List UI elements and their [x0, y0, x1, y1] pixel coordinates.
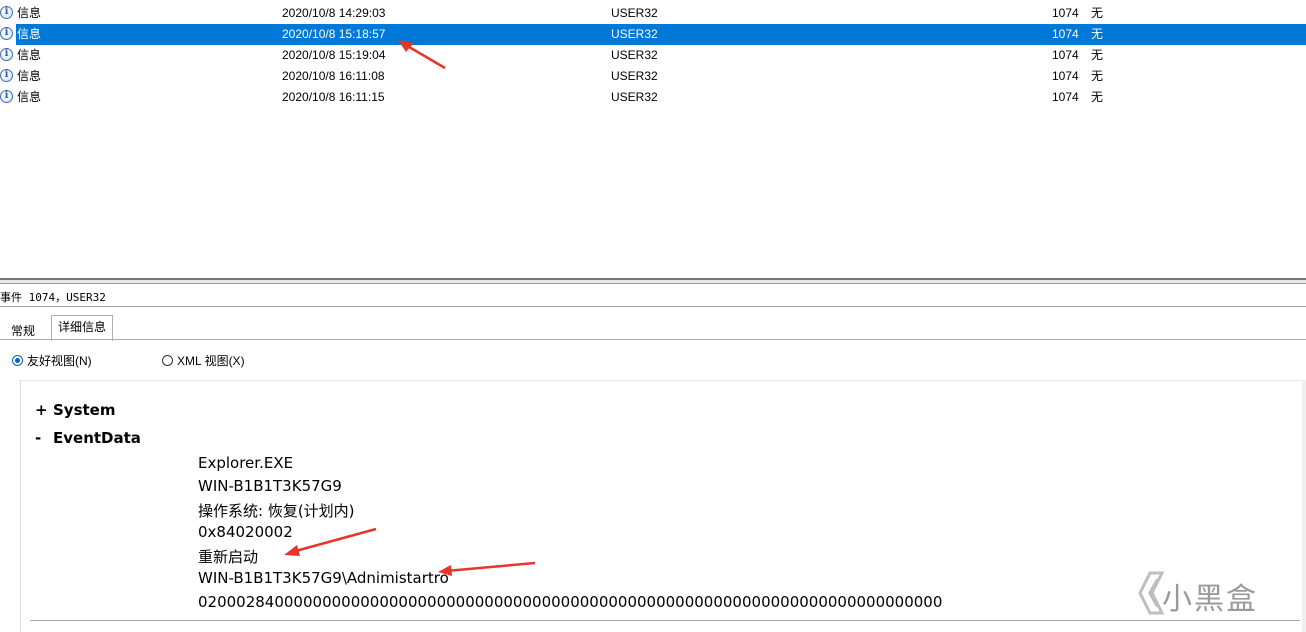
date-cell: 2020/10/8 14:29:03 — [282, 6, 386, 20]
source-cell: USER32 — [611, 90, 658, 104]
table-row[interactable]: 信息 2020/10/8 15:19:04 USER32 1074 无 — [0, 45, 1306, 66]
task-cell: 无 — [1091, 6, 1104, 20]
date-cell: 2020/10/8 16:11:08 — [282, 69, 385, 83]
tab-general[interactable]: 常规 — [4, 319, 42, 341]
scrollbar[interactable] — [1302, 380, 1306, 632]
date-cell: 2020/10/8 15:19:04 — [282, 48, 386, 62]
event-data-value: 重新启动 — [198, 548, 259, 566]
event-data-value: WIN-B1B1T3K57G9 — [198, 477, 342, 495]
section-system[interactable]: + System — [35, 401, 115, 419]
table-row[interactable]: 信息 2020/10/8 16:11:15 USER32 1074 无 — [0, 87, 1306, 108]
info-icon — [0, 48, 13, 61]
event-data-value: 0200028400000000000000000000000000000000… — [198, 593, 943, 611]
info-icon — [0, 27, 13, 40]
source-cell: USER32 — [611, 27, 658, 41]
tab-details[interactable]: 详细信息 — [51, 315, 114, 341]
pane-splitter[interactable] — [0, 278, 1306, 284]
event-data-value: 0x84020002 — [198, 523, 293, 541]
event-data-value: Explorer.EXE — [198, 454, 294, 472]
info-icon — [0, 69, 13, 82]
event-id-cell: 1074 — [1052, 48, 1079, 62]
level-cell: 信息 — [17, 90, 42, 104]
source-cell: USER32 — [611, 69, 658, 83]
xml-view-label[interactable]: XML 视图(X) — [177, 354, 245, 368]
expand-toggle[interactable]: + — [35, 401, 53, 419]
friendly-view-option[interactable]: 友好视图(N) — [12, 352, 92, 368]
friendly-view-label[interactable]: 友好视图(N) — [27, 354, 92, 368]
event-id-cell: 1074 — [1052, 27, 1079, 41]
task-cell: 无 — [1091, 27, 1104, 41]
info-icon — [0, 6, 13, 19]
event-data-value: WIN-B1B1T3K57G9\Adnimistartro — [198, 569, 449, 587]
event-list[interactable]: 信息 2020/10/8 14:29:03 USER32 1074 无 信息 2… — [0, 0, 1306, 278]
xml-view-radio[interactable] — [162, 355, 173, 366]
collapse-toggle[interactable]: - — [35, 429, 53, 447]
table-row[interactable]: 信息 2020/10/8 16:11:08 USER32 1074 无 — [0, 66, 1306, 87]
event-id-cell: 1074 — [1052, 90, 1079, 104]
table-row[interactable]: 信息 2020/10/8 14:29:03 USER32 1074 无 — [0, 3, 1306, 24]
task-cell: 无 — [1091, 48, 1104, 62]
level-cell: 信息 — [17, 69, 42, 83]
tab-strip: 常规 详细信息 — [0, 313, 1306, 341]
level-cell: 信息 — [17, 48, 42, 62]
task-cell: 无 — [1091, 90, 1104, 104]
source-cell: USER32 — [611, 6, 658, 20]
section-eventdata[interactable]: - EventData — [35, 429, 141, 447]
divider — [0, 339, 1306, 340]
event-id-cell: 1074 — [1052, 69, 1079, 83]
date-cell: 2020/10/8 16:11:15 — [282, 90, 385, 104]
watermark-text: 小黑盒 — [1162, 582, 1258, 617]
event-data-value: 操作系统: 恢复(计划内) — [198, 502, 355, 520]
xml-view-option[interactable]: XML 视图(X) — [162, 352, 245, 368]
event-id-cell: 1074 — [1052, 6, 1079, 20]
divider — [30, 620, 1300, 621]
level-cell: 信息 — [17, 27, 42, 41]
event-caption: 事件 1074，USER32 — [0, 291, 106, 304]
level-cell: 信息 — [17, 6, 42, 20]
divider — [0, 306, 1306, 307]
table-row-selected[interactable]: 信息 2020/10/8 15:18:57 USER32 1074 无 — [0, 24, 1306, 45]
section-label: EventData — [53, 429, 141, 447]
friendly-view-radio[interactable] — [12, 355, 23, 366]
source-cell: USER32 — [611, 48, 658, 62]
info-icon — [0, 90, 13, 103]
task-cell: 无 — [1091, 69, 1104, 83]
selection-highlight — [16, 24, 1306, 45]
section-label: System — [53, 401, 116, 419]
date-cell: 2020/10/8 15:18:57 — [282, 27, 386, 41]
